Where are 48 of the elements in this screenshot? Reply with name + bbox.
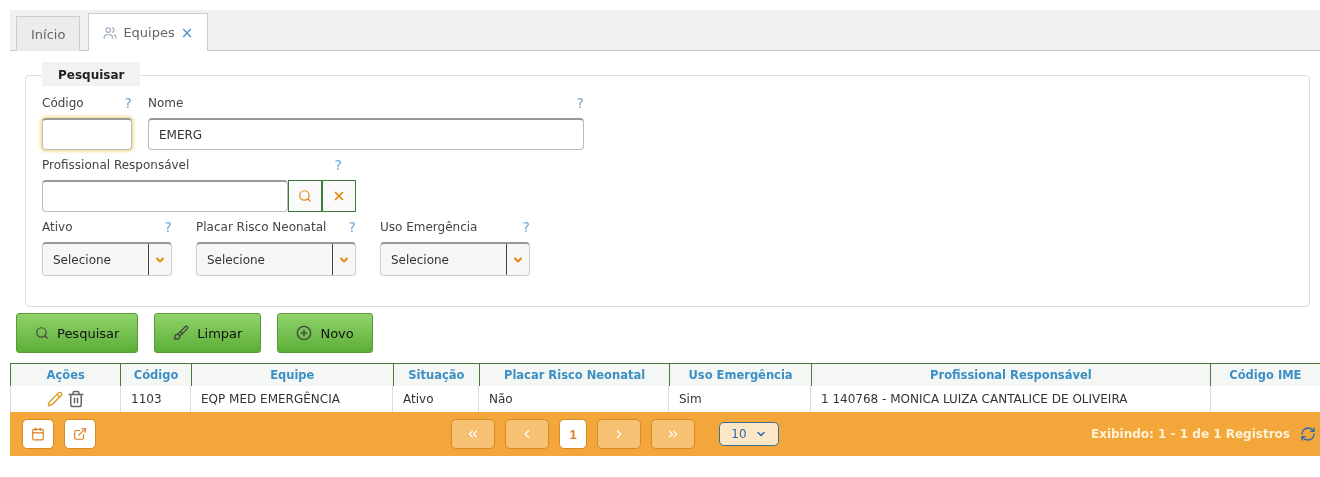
external-link-icon <box>73 427 87 441</box>
search-button[interactable]: Pesquisar <box>16 313 139 353</box>
help-icon[interactable]: ? <box>334 157 342 173</box>
search-button[interactable] <box>288 180 322 212</box>
records-summary: Exibindo: 1 - 1 de 1 Registros <box>1090 427 1290 441</box>
external-link-button[interactable] <box>64 419 96 449</box>
help-icon[interactable]: ? <box>164 219 172 235</box>
first-page-icon <box>466 427 480 441</box>
last-page-button[interactable] <box>651 419 695 449</box>
field-label: Nome <box>148 96 184 110</box>
help-icon[interactable]: ? <box>124 95 132 111</box>
calendar-button[interactable] <box>22 419 54 449</box>
input-field[interactable] <box>42 118 132 150</box>
pencil-icon[interactable] <box>46 391 63 407</box>
people-icon <box>103 25 118 40</box>
panel-legend: Pesquisar <box>42 62 141 86</box>
select-field[interactable]: Selecione <box>380 242 530 276</box>
search-icon <box>35 326 49 340</box>
tab[interactable]: Início <box>16 16 81 51</box>
new-button[interactable]: Novo <box>277 313 373 353</box>
select-field[interactable]: Selecione <box>42 242 172 276</box>
close-icon <box>332 189 346 203</box>
clear-button[interactable]: Limpar <box>154 313 262 353</box>
field-label: Uso Emergência <box>380 220 478 234</box>
field-label: Código <box>42 96 84 110</box>
search-icon <box>298 189 312 203</box>
help-icon[interactable]: ? <box>348 219 356 235</box>
input-field[interactable]: EMERG <box>148 118 584 150</box>
previous-page-button[interactable] <box>505 419 549 449</box>
input-field[interactable] <box>42 180 288 212</box>
clear-button[interactable] <box>322 180 356 212</box>
field-label: Placar Risco Neonatal <box>196 220 327 234</box>
page-button[interactable]: 1 <box>559 419 587 449</box>
tab[interactable]: Equipes × <box>88 13 209 51</box>
field-label: Profissional Responsável <box>42 158 190 172</box>
page-size-select[interactable]: 10 <box>719 422 779 446</box>
next-page-button[interactable] <box>597 419 641 449</box>
last-page-icon <box>666 427 680 441</box>
trash-icon[interactable] <box>66 390 85 408</box>
plus-icon <box>296 325 313 341</box>
help-icon[interactable]: ? <box>576 95 584 111</box>
close-icon[interactable]: × <box>180 23 194 42</box>
select-field[interactable]: Selecione <box>196 242 356 276</box>
first-page-button[interactable] <box>451 419 495 449</box>
help-icon[interactable]: ? <box>522 219 530 235</box>
calendar-icon <box>31 427 45 441</box>
field-label: Ativo <box>42 220 73 234</box>
refresh-icon[interactable] <box>1300 426 1316 442</box>
